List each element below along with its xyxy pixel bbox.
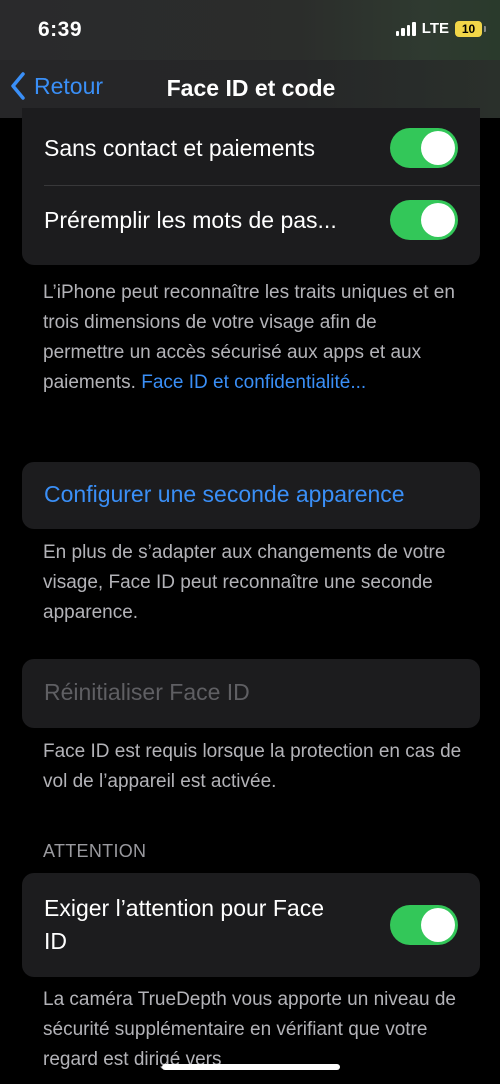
payments-toggle-group: Sans contact et paiements Préremplir les… xyxy=(22,108,480,265)
settings-content[interactable]: Sans contact et paiements Préremplir les… xyxy=(0,108,500,1084)
require-attention-label: Exiger l’attention pour Face ID xyxy=(44,895,324,954)
home-indicator[interactable] xyxy=(162,1064,340,1070)
attention-footer: La caméra TrueDepth vous apporte un nive… xyxy=(43,989,456,1070)
password-autofill-toggle[interactable] xyxy=(390,200,458,240)
status-indicators: LTE 10 xyxy=(395,20,486,37)
face-id-privacy-link[interactable]: Face ID et confidentialité... xyxy=(141,372,366,393)
battery-icon: 10 xyxy=(455,20,486,37)
reset-face-id-cell: Réinitialiser Face ID xyxy=(22,659,480,728)
require-attention-toggle[interactable] xyxy=(390,905,458,945)
cellular-signal-icon xyxy=(395,21,416,36)
page-title: Face ID et code xyxy=(0,75,500,102)
status-time: 6:39 xyxy=(38,18,83,41)
network-type: LTE xyxy=(421,20,449,37)
alternate-appearance-footer: En plus de s’adapter aux changements de … xyxy=(43,542,446,623)
password-autofill-label: Préremplir les mots de pas... xyxy=(44,206,337,233)
battery-level: 10 xyxy=(461,21,476,36)
row-divider xyxy=(44,185,480,186)
contactless-payments-label: Sans contact et paiements xyxy=(44,134,316,161)
set-up-alternate-appearance-button[interactable]: Configurer une seconde apparence xyxy=(44,481,405,508)
contactless-payments-toggle[interactable] xyxy=(390,128,458,168)
attention-section-header: ATTENTION xyxy=(43,841,147,861)
reset-face-id-footer: Face ID est requis lorsque la protection… xyxy=(43,741,462,792)
status-bar: 6:39 LTE 10 xyxy=(0,0,500,60)
page-title-text: Face ID et code xyxy=(166,75,336,101)
face-id-info-text: L’iPhone peut reconnaître les traits uni… xyxy=(43,278,463,398)
alternate-appearance-cell[interactable]: Configurer une seconde apparence xyxy=(22,462,480,529)
reset-face-id-button: Réinitialiser Face ID xyxy=(44,679,250,705)
password-autofill-row[interactable]: Préremplir les mots de pas... xyxy=(44,200,458,240)
contactless-payments-row[interactable]: Sans contact et paiements xyxy=(44,128,458,168)
attention-group: Exiger l’attention pour Face ID xyxy=(22,873,480,977)
require-attention-row[interactable]: Exiger l’attention pour Face ID xyxy=(44,887,458,963)
